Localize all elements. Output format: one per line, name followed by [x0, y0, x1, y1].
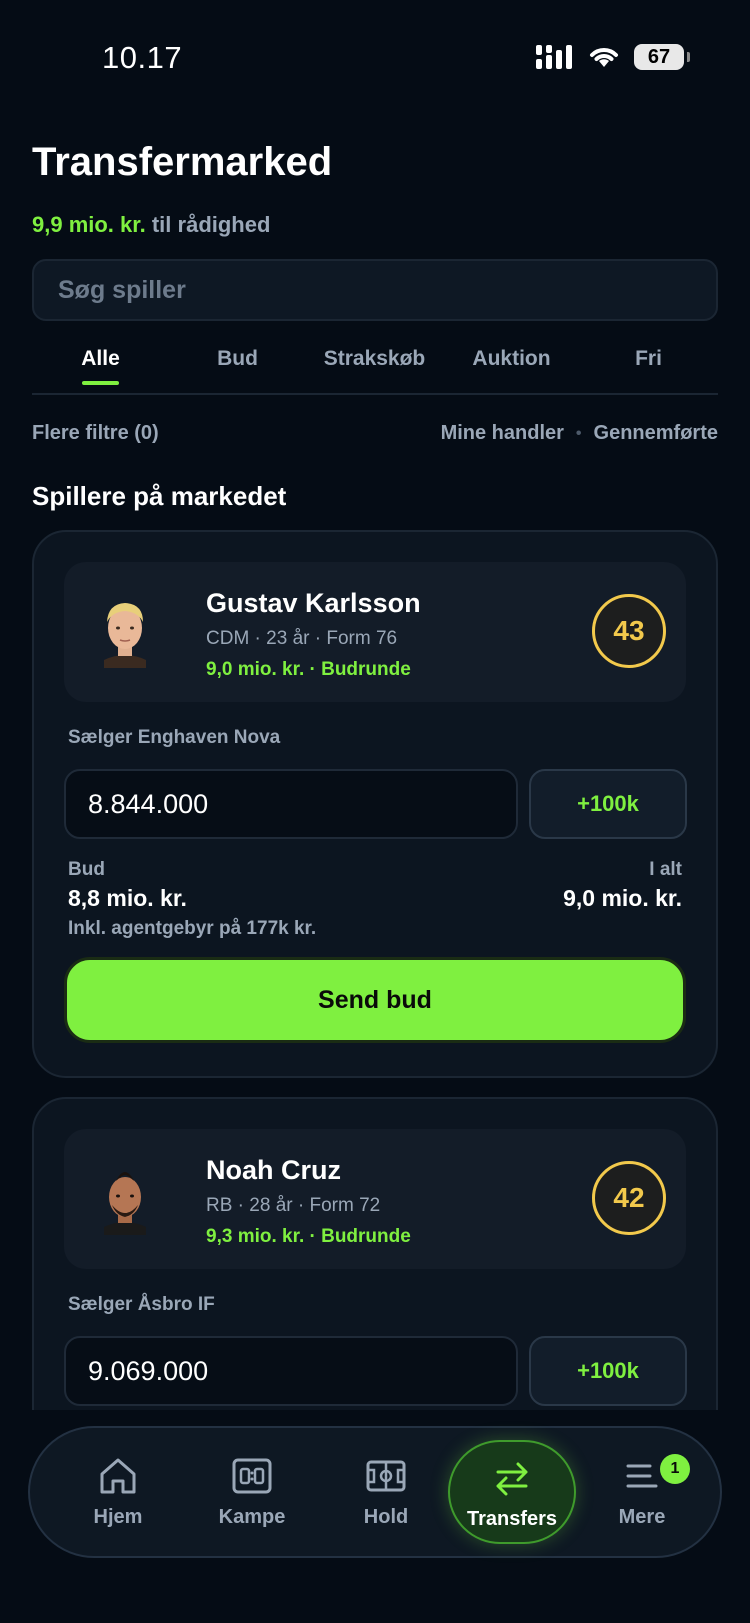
tab-auktion[interactable]: Auktion — [443, 347, 580, 371]
budget-text: 9,9 mio. kr. til rådighed — [32, 212, 270, 238]
status-icons: 67 — [536, 44, 690, 70]
rating-badge: 42 — [592, 1161, 666, 1235]
search-input[interactable]: Søg spiller — [32, 259, 718, 321]
nav-label: Kampe — [218, 1506, 286, 1528]
separator-dot: • — [575, 424, 582, 442]
filters-row: Flere filtre (0) Mine handler • Gennemfø… — [32, 422, 718, 445]
increment-100k-button[interactable]: +100k — [529, 1336, 687, 1406]
home-icon — [100, 1458, 136, 1494]
budget-amount: 9,9 mio. kr. — [32, 212, 146, 237]
menu-icon — [626, 1464, 658, 1488]
player-name: Gustav Karlsson — [206, 588, 421, 618]
nav-more[interactable]: Mere 1 — [580, 1440, 704, 1544]
battery-indicator: 67 — [634, 44, 690, 70]
signal-icon — [536, 45, 572, 69]
tab-fri[interactable]: Fri — [580, 347, 717, 371]
status-bar: 10.17 67 — [0, 0, 750, 110]
wifi-icon — [590, 48, 618, 67]
bid-label: Bud — [68, 859, 105, 880]
seller-label: Sælger Enghaven Nova — [68, 727, 281, 748]
tab-alle[interactable]: Alle — [32, 347, 169, 371]
scoreboard-icon — [232, 1458, 272, 1494]
pitch-icon — [366, 1460, 406, 1492]
status-time: 10.17 — [102, 40, 183, 75]
bid-amount-input[interactable]: 9.069.000 — [64, 1336, 518, 1406]
page-title: Transfermarked — [32, 140, 333, 184]
nav-label: Transfers — [466, 1508, 558, 1530]
increment-100k-button[interactable]: +100k — [529, 769, 687, 839]
bid-amount-input[interactable]: 8.844.000 — [64, 769, 518, 839]
tab-bar: Alle Bud Strakskøb Auktion Fri — [32, 335, 718, 395]
player-card: Gustav Karlsson CDM · 23 år · Form 76 9,… — [32, 530, 718, 1078]
total-label: I alt — [649, 859, 682, 880]
rating-badge: 43 — [592, 594, 666, 668]
player-meta: CDM · 23 år · Form 76 — [206, 628, 398, 649]
transfer-arrows-icon — [496, 1462, 528, 1496]
my-trades-link[interactable]: Mine handler — [441, 422, 564, 445]
total-amount: 9,0 mio. kr. — [563, 885, 682, 911]
completed-link[interactable]: Gennemførte — [594, 422, 718, 445]
section-title: Spillere på markedet — [32, 481, 287, 511]
bottom-nav: Hjem Kampe Hold Transfers Mere 1 — [28, 1426, 722, 1558]
send-bid-button[interactable]: Send bud — [64, 957, 686, 1043]
bid-amount: 8,8 mio. kr. — [68, 885, 187, 911]
nav-team[interactable]: Hold — [324, 1440, 448, 1544]
player-price: 9,0 mio. kr. · Budrunde — [206, 659, 411, 680]
player-summary[interactable]: Noah Cruz RB · 28 år · Form 72 9,3 mio. … — [64, 1129, 686, 1269]
nav-matches[interactable]: Kampe — [190, 1440, 314, 1544]
agent-fee-note: Inkl. agentgebyr på 177k kr. — [68, 918, 317, 939]
player-summary[interactable]: Gustav Karlsson CDM · 23 år · Form 76 9,… — [64, 562, 686, 702]
player-meta: RB · 28 år · Form 72 — [206, 1195, 381, 1216]
player-avatar — [104, 603, 146, 668]
more-filters-button[interactable]: Flere filtre (0) — [32, 422, 159, 444]
player-name: Noah Cruz — [206, 1155, 341, 1185]
player-price: 9,3 mio. kr. · Budrunde — [206, 1226, 411, 1247]
player-avatar — [104, 1172, 146, 1235]
nav-home[interactable]: Hjem — [56, 1440, 180, 1544]
active-tab-indicator — [82, 381, 119, 385]
tab-strakskob[interactable]: Strakskøb — [306, 347, 443, 371]
nav-label: Mere — [618, 1506, 666, 1528]
tab-bud[interactable]: Bud — [169, 347, 306, 371]
nav-label: Hjem — [93, 1506, 143, 1528]
budget-suffix: til rådighed — [151, 212, 271, 237]
seller-label: Sælger Åsbro IF — [68, 1294, 215, 1315]
nav-label: Hold — [363, 1506, 409, 1528]
nav-transfers[interactable]: Transfers — [448, 1440, 576, 1544]
notification-badge: 1 — [660, 1454, 690, 1484]
